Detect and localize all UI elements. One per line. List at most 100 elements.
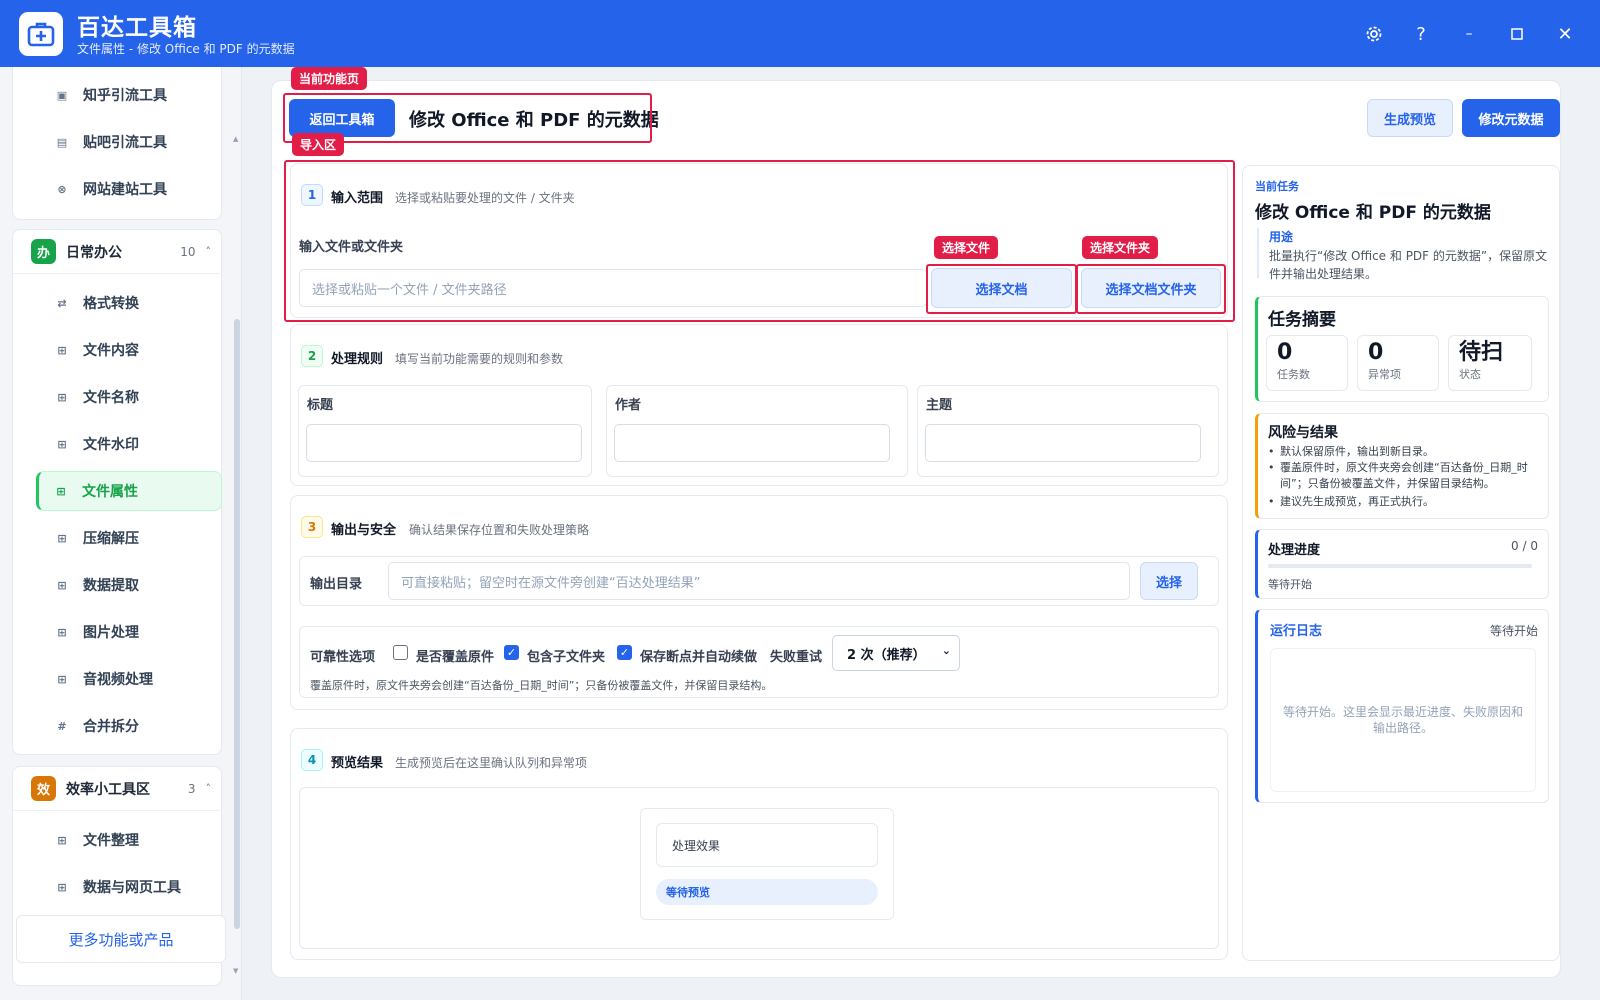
- toolbox-icon: [19, 12, 63, 56]
- section-number: 3: [301, 516, 323, 538]
- modify-metadata-button[interactable]: 修改元数据: [1462, 99, 1560, 137]
- sidebar-item-merge[interactable]: # 合并拆分: [37, 706, 223, 746]
- sidebar-item-extract[interactable]: ⊞ 数据提取: [37, 565, 223, 605]
- sidebar-item-organize[interactable]: ⊞ 文件整理: [37, 820, 223, 860]
- output-dir-input[interactable]: 可直接粘贴；留空时在源文件旁创建“百达处理结果”: [388, 562, 1130, 600]
- sidebar-item-media[interactable]: ⊞ 音视频处理: [37, 659, 223, 699]
- preview-area: 处理效果 等待预览: [299, 787, 1219, 949]
- grid-icon: ⊞: [57, 437, 67, 451]
- sidebar-group-header[interactable]: 效 效率小工具区 3 ˄: [13, 767, 221, 811]
- stat-label: 任务数: [1277, 368, 1310, 381]
- grid-icon: ⊞: [57, 672, 67, 686]
- sidebar-item-watermark[interactable]: ⊞ 文件水印: [37, 424, 223, 464]
- grid-icon: ⊞: [57, 343, 67, 357]
- field-label: 主题: [926, 398, 953, 413]
- resume-label[interactable]: 保存断点并自动续做: [640, 646, 757, 665]
- stat-value: 0: [1277, 340, 1293, 365]
- sidebar-item-label: 音视频处理: [83, 672, 153, 688]
- annotation-select-folder: 选择文件夹: [1082, 236, 1159, 259]
- section-number: 2: [301, 345, 323, 367]
- minimize-icon[interactable]: –: [1452, 17, 1486, 51]
- sidebar-item-label: 格式转换: [83, 296, 139, 312]
- section-subtitle: 生成预览后在这里确认队列和异常项: [395, 756, 588, 770]
- grid-icon: ⊞: [57, 833, 67, 847]
- chevron-up-icon[interactable]: ˄: [206, 245, 212, 258]
- progress-status: 等待开始: [1268, 578, 1312, 591]
- generate-preview-button[interactable]: 生成预览: [1367, 99, 1453, 137]
- sidebar-item-tieba[interactable]: ▤ 贴吧引流工具: [37, 122, 223, 162]
- scroll-thumb[interactable]: [234, 319, 240, 929]
- retry-label: 失败重试: [770, 650, 823, 665]
- sidebar-item-label: 数据与网页工具: [83, 880, 181, 896]
- stat-status: 待扫 状态: [1448, 335, 1532, 391]
- sidebar-item-image[interactable]: ⊞ 图片处理: [37, 612, 223, 652]
- sidebar-item-zhihu[interactable]: ▣ 知乎引流工具: [37, 75, 223, 115]
- gear-icon[interactable]: [1357, 17, 1391, 51]
- circle-icon: ⊗: [57, 182, 67, 196]
- choose-folder-button[interactable]: 选择文档文件夹: [1081, 268, 1221, 308]
- sidebar-item-name[interactable]: ⊞ 文件名称: [37, 377, 223, 417]
- usage-block: 用途 批量执行“修改 Office 和 PDF 的元数据”，保留原文件并输出处理…: [1257, 228, 1549, 281]
- back-to-toolbox-button[interactable]: 返回工具箱: [289, 99, 395, 137]
- field-label: 标题: [307, 398, 334, 413]
- stat-label: 状态: [1459, 368, 1481, 381]
- include-subfolders-checkbox[interactable]: ✓: [504, 645, 519, 660]
- subject-input[interactable]: [925, 424, 1201, 462]
- sidebar-item-properties[interactable]: ⊞ 文件属性: [36, 471, 222, 511]
- sidebar-item-label: 压缩解压: [83, 531, 139, 547]
- close-icon[interactable]: ✕: [1548, 17, 1582, 51]
- progress-title: 处理进度: [1268, 543, 1321, 558]
- field-author: 作者: [606, 385, 908, 477]
- section-number: 4: [301, 749, 323, 771]
- sidebar-group-header[interactable]: 办 日常办公 10 ˄: [13, 230, 221, 274]
- overwrite-checkbox[interactable]: [393, 645, 408, 660]
- log-content[interactable]: 等待开始。这里会显示最近进度、失败原因和输出路径。: [1270, 648, 1536, 792]
- stat-value: 0: [1368, 340, 1384, 365]
- group-count: 3: [187, 781, 196, 796]
- scroll-up-icon[interactable]: ▲: [233, 135, 238, 143]
- sidebar-item-label: 文件名称: [83, 390, 139, 406]
- retry-select[interactable]: 2 次（推荐） ⌄: [832, 635, 960, 671]
- group-count: 10: [180, 244, 196, 259]
- preview-card: 处理效果 等待预览: [640, 808, 894, 920]
- log-card: 运行日志 等待开始 等待开始。这里会显示最近进度、失败原因和输出路径。: [1255, 609, 1549, 803]
- progress-track: [1268, 564, 1532, 568]
- sidebar-group-traffic: ▣ 知乎引流工具 ▤ 贴吧引流工具 ⊗ 网站建站工具: [12, 67, 222, 220]
- sidebar-group-daily: 办 日常办公 10 ˄ ⇄ 格式转换 ⊞ 文件内容 ⊞ 文件名称 ⊞ 文件水印 ⊞ 文件属…: [12, 229, 222, 755]
- task-panel: 当前任务 修改 Office 和 PDF 的元数据 用途 批量执行“修改 Off…: [1242, 165, 1560, 961]
- resume-checkbox[interactable]: ✓: [617, 645, 632, 660]
- section-output: 3 输出与安全 确认结果保存位置和失败处理策略 输出目录 可直接粘贴；留空时在源…: [290, 495, 1228, 710]
- input-path-field[interactable]: 选择或粘贴一个文件 / 文件夹路径: [299, 269, 927, 307]
- overwrite-label[interactable]: 是否覆盖原件: [416, 646, 494, 665]
- author-input[interactable]: [614, 424, 890, 462]
- summary-card: 任务摘要 0 任务数 0 异常项 待扫 状态: [1255, 296, 1549, 402]
- include-subfolders-label[interactable]: 包含子文件夹: [527, 646, 605, 665]
- stat-label: 异常项: [1368, 368, 1401, 381]
- maximize-icon[interactable]: [1500, 17, 1534, 51]
- sidebar-scrollbar[interactable]: ▲ ▼: [233, 135, 240, 975]
- section-subtitle: 选择或粘贴要处理的文件 / 文件夹: [395, 191, 575, 205]
- risk-item: 默认保留原件，输出到新目录。: [1268, 444, 1548, 460]
- choose-document-button[interactable]: 选择文档: [931, 268, 1072, 308]
- more-products-button[interactable]: 更多功能或产品: [16, 915, 226, 963]
- sidebar-item-format[interactable]: ⇄ 格式转换: [37, 283, 223, 323]
- summary-title: 任务摘要: [1268, 310, 1336, 330]
- sidebar-item-web[interactable]: ⊞ 数据与网页工具: [37, 867, 223, 907]
- progress-count: 0 / 0: [1511, 539, 1538, 553]
- chevron-up-icon[interactable]: ˄: [206, 782, 212, 795]
- field-subject: 主题: [917, 385, 1219, 477]
- help-icon[interactable]: ?: [1404, 17, 1438, 51]
- choose-output-button[interactable]: 选择: [1140, 562, 1198, 600]
- section-title: 预览结果: [331, 756, 384, 771]
- annotation-current-page: 当前功能页: [291, 67, 368, 90]
- scroll-down-icon[interactable]: ▼: [233, 967, 238, 975]
- square-icon: ▤: [56, 135, 68, 149]
- sidebar-item-content[interactable]: ⊞ 文件内容: [37, 330, 223, 370]
- section-rules: 2 处理规则 填写当前功能需要的规则和参数 标题 作者 主题: [290, 324, 1228, 486]
- sidebar-item-website[interactable]: ⊗ 网站建站工具: [37, 169, 223, 209]
- sidebar-item-compress[interactable]: ⊞ 压缩解压: [37, 518, 223, 558]
- log-title: 运行日志: [1270, 624, 1323, 639]
- title-input[interactable]: [306, 424, 582, 462]
- section-preview: 4 预览结果 生成预览后在这里确认队列和异常项 处理效果 等待预览: [290, 728, 1228, 960]
- risk-title: 风险与结果: [1268, 425, 1338, 441]
